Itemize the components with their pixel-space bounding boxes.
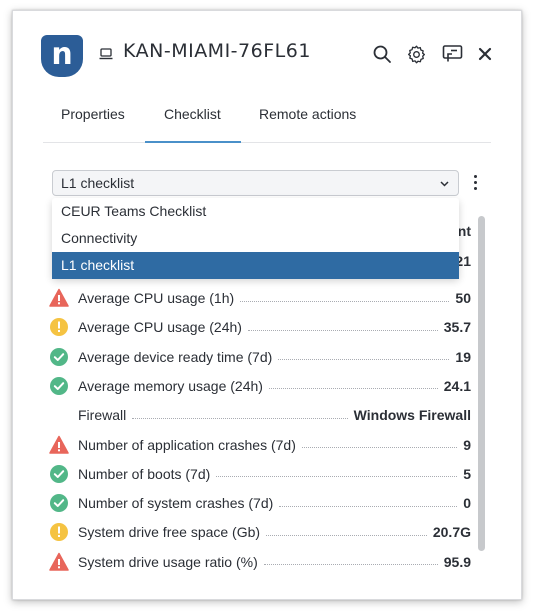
dotted-leader — [263, 564, 438, 566]
remote-screen-icon — [442, 45, 462, 62]
device-panel: n KAN-MIAMI-76FL61 Properties Checklist … — [12, 10, 522, 600]
checklist-row-value: 50 — [455, 290, 471, 306]
check-circle-icon — [49, 376, 69, 396]
error-triangle-icon — [49, 288, 69, 308]
dotted-leader — [268, 388, 438, 390]
option-ceur-teams-checklist[interactable]: CEUR Teams Checklist — [52, 198, 459, 225]
checklist-select-value: L1 checklist — [61, 175, 135, 191]
panel-header: n KAN-MIAMI-76FL61 — [13, 11, 521, 89]
gear-icon — [407, 45, 425, 63]
checklist-row[interactable]: Number of application crashes (7d) 9 — [49, 433, 471, 457]
tab-remote-actions[interactable]: Remote actions — [259, 106, 356, 134]
checklist-row[interactable]: Average CPU usage (1h) 50 — [49, 286, 471, 310]
active-tab-indicator — [145, 141, 241, 143]
dotted-leader — [301, 447, 458, 448]
search-icon — [373, 45, 391, 63]
checklist-row-value: 24.1 — [443, 377, 471, 394]
dotted-leader — [216, 476, 458, 478]
check-circle-icon — [49, 464, 69, 484]
checklist-row-label: Number of application crashes (7d) — [78, 436, 296, 453]
checklist-row-label: Average device ready time (7d) — [78, 348, 273, 365]
dotted-leader — [247, 329, 438, 331]
scrollbar[interactable] — [478, 216, 485, 551]
close-button[interactable] — [474, 43, 496, 65]
warning-circle-icon — [49, 522, 69, 542]
kebab-dot — [473, 181, 477, 184]
checklist-row[interactable]: Number of system crashes (7d) 0 — [49, 491, 471, 515]
kebab-dot — [473, 175, 477, 178]
checklist-row[interactable]: System drive free space (Gb) 20.7G — [49, 520, 471, 544]
search-button[interactable] — [371, 43, 393, 65]
logo-letter: n — [51, 37, 73, 72]
tab-properties[interactable]: Properties — [61, 106, 125, 134]
checklist-row-label: Average CPU usage (24h) — [78, 319, 242, 336]
checklist-row-value: 0 — [463, 495, 471, 512]
checklist-row[interactable]: Number of boots (7d) 5 — [49, 462, 471, 486]
checklist-row-value: 9 — [463, 436, 471, 453]
error-triangle-icon — [49, 552, 69, 572]
checklist-row-label: System drive free space (Gb) — [78, 524, 261, 541]
checklist-row-value: 35.7 — [443, 319, 471, 336]
tab-checklist[interactable]: Checklist — [164, 106, 221, 134]
checklist-row-value: 20.7G — [432, 524, 471, 541]
device-name: KAN-MIAMI-76FL61 — [123, 40, 311, 62]
chevron-down-icon — [440, 181, 449, 187]
remote-screen-button[interactable] — [441, 43, 463, 65]
kebab-dot — [473, 187, 477, 190]
checklist-row-value: 19 — [455, 348, 471, 365]
check-circle-icon — [49, 347, 69, 367]
laptop-icon — [99, 48, 113, 60]
error-triangle-icon — [49, 435, 69, 455]
checklist-row-label: Average memory usage (24h) — [78, 377, 263, 394]
checklist-row-label: Firewall — [78, 407, 127, 424]
tab-bar: Properties Checklist Remote actions — [43, 99, 491, 143]
dotted-leader — [266, 534, 427, 536]
checklist-row-value: 5 — [463, 465, 471, 482]
checklist-row-label: Number of boots (7d) — [78, 465, 211, 482]
checklist-row-label: System drive usage ratio (%) — [78, 553, 258, 570]
dotted-leader — [278, 359, 450, 361]
nexthink-logo: n — [41, 35, 83, 77]
checklist-row-value: 95.9 — [443, 553, 471, 570]
checklist-row[interactable]: Firewall Windows Firewall — [49, 403, 471, 427]
checklist-select[interactable]: L1 checklist — [52, 170, 459, 196]
more-options-button[interactable] — [472, 175, 478, 191]
checklist-row[interactable]: Average memory usage (24h) 24.1 — [49, 374, 471, 398]
checklist-dropdown-menu: CEUR Teams Checklist Connectivity L1 che… — [52, 198, 459, 279]
dotted-leader — [240, 300, 450, 302]
checklist-row[interactable]: Average device ready time (7d) 19 — [49, 345, 471, 369]
checklist-row-value: Windows Firewall — [353, 407, 471, 424]
close-icon — [478, 47, 492, 61]
dotted-leader — [279, 505, 458, 507]
checklist-row-label: Number of system crashes (7d) — [78, 495, 274, 512]
column-header-fragment: nt — [457, 223, 471, 239]
warning-circle-icon — [49, 317, 69, 337]
check-circle-icon — [49, 493, 69, 513]
checklist-row[interactable]: Average CPU usage (24h) 35.7 — [49, 315, 471, 339]
option-connectivity[interactable]: Connectivity — [52, 225, 459, 252]
settings-button[interactable] — [405, 43, 427, 65]
no-status-icon — [49, 405, 69, 425]
checklist-row[interactable]: System drive usage ratio (%) 95.9 — [49, 550, 471, 574]
dotted-leader — [132, 417, 348, 419]
option-l1-checklist[interactable]: L1 checklist — [52, 252, 459, 279]
checklist-row-label: Average CPU usage (1h) — [78, 290, 235, 306]
